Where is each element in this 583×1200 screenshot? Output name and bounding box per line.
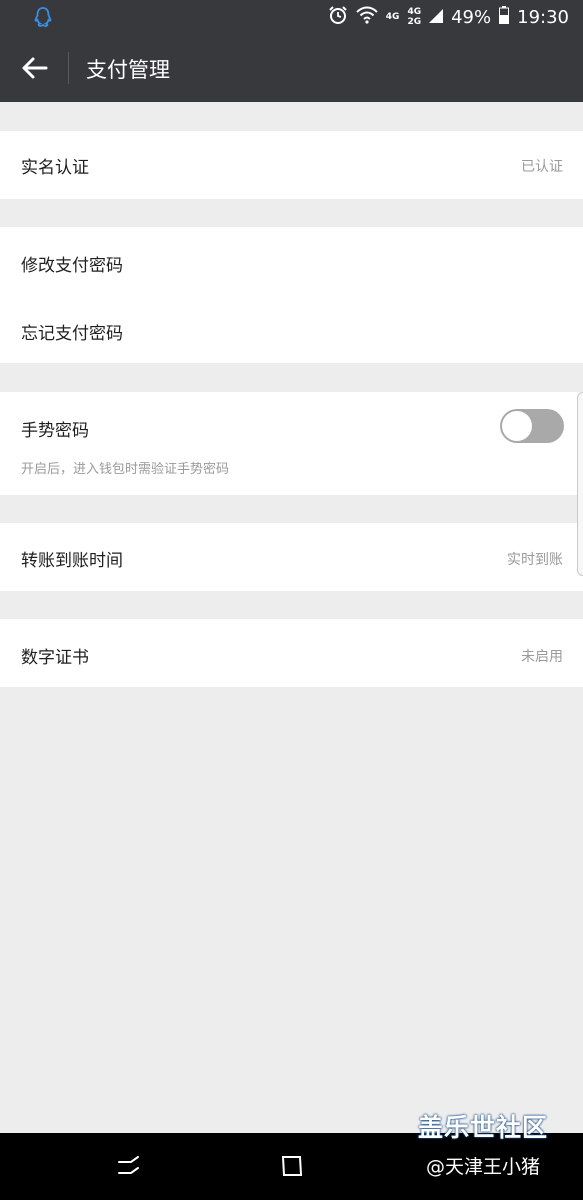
gesture-password-toggle[interactable] <box>500 409 564 443</box>
toggle-knob <box>502 411 532 441</box>
forgot-pay-password-row[interactable]: 忘记支付密码 <box>0 295 583 363</box>
transfer-time-value: 实时到账 <box>507 552 563 568</box>
home-icon[interactable] <box>279 1153 305 1183</box>
network-4g-label: 4G <box>385 12 400 22</box>
realname-row[interactable]: 实名认证 已认证 <box>0 131 583 199</box>
clock-time: 19:30 <box>517 6 569 28</box>
watermark: 盖乐世社区 @天津王小猪 <box>418 1108 548 1179</box>
battery-icon <box>499 5 510 29</box>
watermark-brand: 盖乐世社区 <box>418 1113 549 1142</box>
realname-label: 实名认证 <box>21 158 89 178</box>
wifi-icon <box>356 6 378 29</box>
signal-icon <box>429 7 444 28</box>
status-bar: 4G 4G 2G 49% 19:30 <box>0 0 583 34</box>
battery-percent: 49% <box>451 6 492 28</box>
digital-cert-label: 数字证书 <box>21 648 89 668</box>
section-certificate: 数字证书 未启用 <box>0 619 583 687</box>
watermark-user: @天津王小猪 <box>426 1156 541 1178</box>
network-4g-indicator: 4G <box>386 12 400 22</box>
alarm-icon <box>328 5 348 30</box>
section-realname: 实名认证 已认证 <box>0 131 583 199</box>
forgot-pay-password-label: 忘记支付密码 <box>21 324 123 344</box>
dual-sim-network-indicator: 4G 2G <box>407 7 421 27</box>
digital-cert-row[interactable]: 数字证书 未启用 <box>0 619 583 687</box>
realname-status: 已认证 <box>521 159 563 175</box>
nav-bar: 支付管理 <box>0 34 583 102</box>
edge-panel-handle[interactable] <box>577 392 583 576</box>
section-transfer: 转账到账时间 实时到账 <box>0 523 583 591</box>
gesture-password-label: 手势密码 <box>21 421 89 441</box>
gesture-password-hint: 开启后，进入钱包时需验证手势密码 <box>21 462 230 477</box>
page-title: 支付管理 <box>86 58 170 82</box>
digital-cert-status: 未启用 <box>521 649 563 665</box>
sim2-network-label: 2G <box>407 17 422 27</box>
transfer-time-label: 转账到账时间 <box>21 551 123 571</box>
change-pay-password-row[interactable]: 修改支付密码 <box>0 227 583 295</box>
change-pay-password-label: 修改支付密码 <box>21 256 123 276</box>
recents-icon[interactable] <box>116 1153 142 1183</box>
section-password: 修改支付密码 忘记支付密码 <box>0 227 583 363</box>
section-gesture: 手势密码 开启后，进入钱包时需验证手势密码 <box>0 392 583 495</box>
qq-icon <box>34 7 52 31</box>
sim1-network-label: 4G <box>407 7 422 17</box>
transfer-time-row[interactable]: 转账到账时间 实时到账 <box>0 523 583 591</box>
nav-divider <box>68 52 69 84</box>
back-arrow-icon <box>22 57 48 79</box>
back-button[interactable] <box>18 51 52 85</box>
